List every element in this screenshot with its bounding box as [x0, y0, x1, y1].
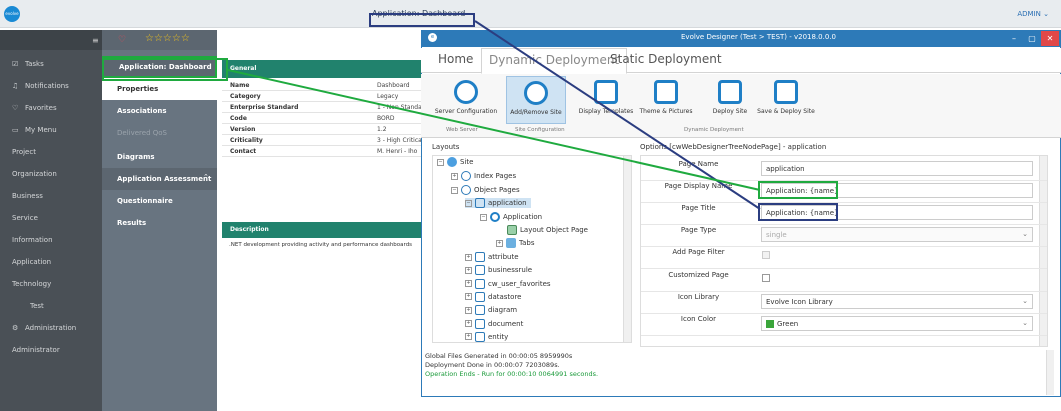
connector-lines [227, 20, 761, 210]
green-connector [227, 69, 761, 191]
